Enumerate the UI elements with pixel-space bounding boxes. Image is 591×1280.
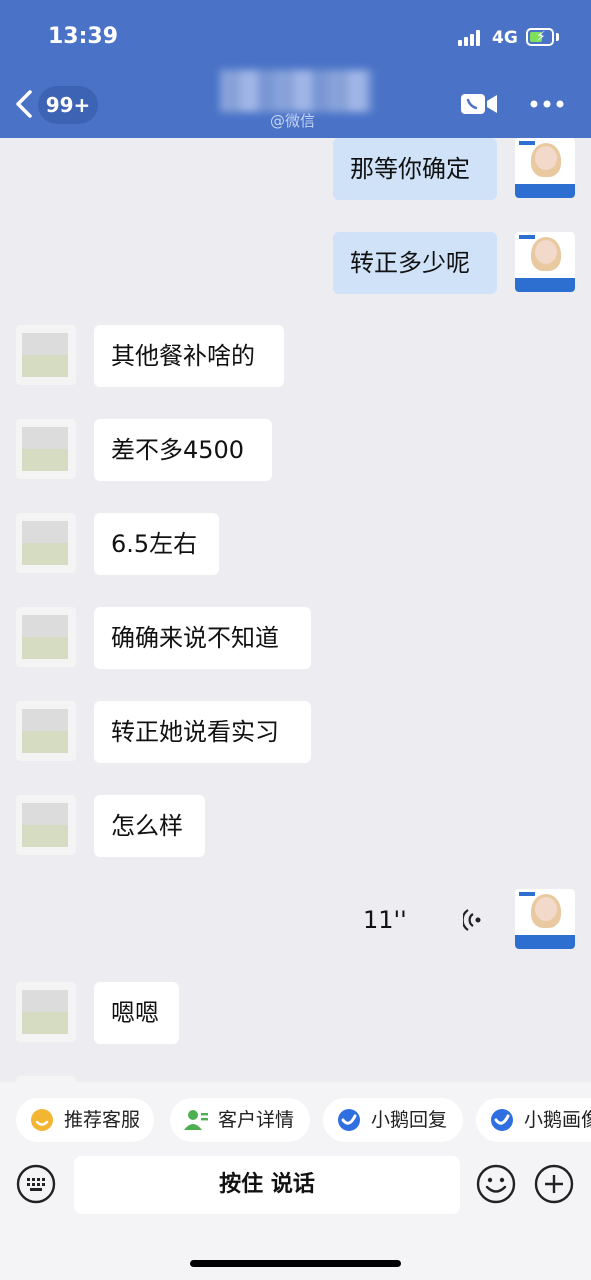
signal-icon <box>458 30 484 46</box>
home-indicator <box>190 1260 401 1267</box>
contact-person-icon <box>184 1110 208 1130</box>
message-bubble-incoming[interactable]: 6.5左右 <box>94 513 219 575</box>
quick-action-label: 小鹅回复 <box>371 1109 448 1131</box>
message-bubble-incoming[interactable]: 转正她说看实习 <box>94 701 311 763</box>
contact-avatar[interactable] <box>16 513 76 573</box>
message-bubble-incoming[interactable]: 其他餐补啥的 <box>94 325 284 387</box>
video-call-icon[interactable] <box>460 92 498 116</box>
goose-icon <box>491 1109 513 1131</box>
battery-icon: ⚡ <box>526 28 554 46</box>
quick-action-customer-details[interactable]: 客户详情 <box>170 1098 310 1142</box>
contact-avatar[interactable] <box>16 607 76 667</box>
chat-subtitle: @微信 <box>270 112 316 130</box>
message-bubble-outgoing[interactable]: 转正多少呢 <box>333 232 497 294</box>
my-avatar[interactable] <box>515 138 575 198</box>
quick-action-goose-profile[interactable]: 小鹅画像 <box>476 1098 591 1142</box>
status-time: 13:39 <box>48 24 119 49</box>
contact-avatar[interactable] <box>16 701 76 761</box>
more-icon[interactable] <box>530 100 564 108</box>
message-bubble-incoming[interactable]: 确确来说不知道 <box>94 607 311 669</box>
hold-to-talk-button[interactable]: 按住 说话 <box>74 1156 460 1214</box>
plus-icon[interactable] <box>534 1164 574 1204</box>
message-bubble-incoming[interactable]: 怎么样 <box>94 795 205 857</box>
network-type: 4G <box>492 28 518 48</box>
keyboard-icon[interactable] <box>16 1164 56 1204</box>
contact-avatar[interactable] <box>16 325 76 385</box>
chat-title-blurred <box>220 70 372 112</box>
contact-avatar[interactable] <box>16 795 76 855</box>
goose-icon <box>338 1109 360 1131</box>
voice-wave-icon <box>463 909 481 931</box>
quick-action-recommend-service[interactable]: 推荐客服 <box>16 1098 154 1142</box>
emoji-smile-icon <box>31 1109 53 1131</box>
emoji-icon[interactable] <box>476 1164 516 1204</box>
back-icon[interactable] <box>10 86 40 122</box>
contact-avatar[interactable] <box>16 419 76 479</box>
quick-action-goose-reply[interactable]: 小鹅回复 <box>323 1098 463 1142</box>
my-avatar[interactable] <box>515 232 575 292</box>
unread-badge[interactable]: 99+ <box>38 86 98 124</box>
quick-action-label: 小鹅画像 <box>524 1109 591 1131</box>
chat-area[interactable]: 那等你确定 转正多少呢 其他餐补啥的 差不多4500 6.5左右 确确来说不知道… <box>0 138 591 1082</box>
my-avatar[interactable] <box>515 889 575 949</box>
quick-action-label: 推荐客服 <box>64 1109 141 1131</box>
quick-action-label: 客户详情 <box>218 1109 295 1131</box>
message-bubble-incoming[interactable]: 嗯嗯 <box>94 982 179 1044</box>
voice-duration: 11'' <box>363 906 407 934</box>
nav-header: 13:39 4G ⚡ 99+ @微信 <box>0 0 591 138</box>
message-bubble-outgoing[interactable]: 那等你确定 <box>333 138 497 200</box>
contact-avatar[interactable] <box>16 982 76 1042</box>
message-bubble-incoming[interactable]: 差不多4500 <box>94 419 272 481</box>
